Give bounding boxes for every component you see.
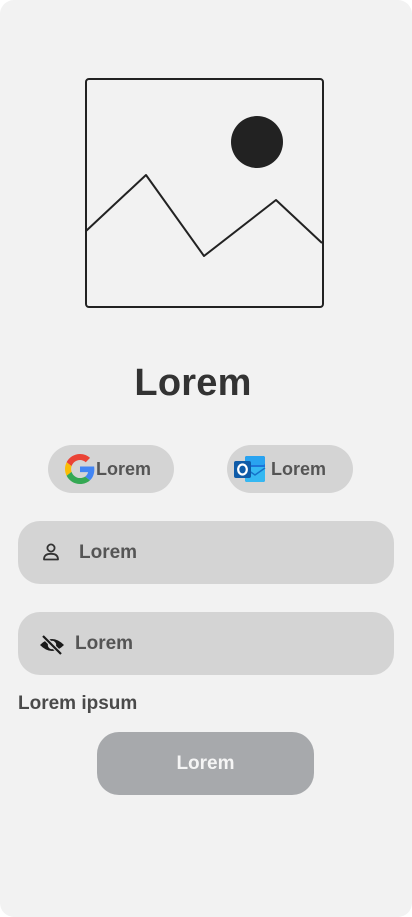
google-icon [65,454,95,484]
username-input[interactable] [79,521,379,584]
outlook-login-label: Lorem [271,458,327,479]
outlook-icon [233,453,267,485]
username-field[interactable] [18,521,394,584]
password-input[interactable] [75,612,375,675]
outlook-login-button[interactable]: Lorem [227,445,353,493]
user-icon [42,543,60,561]
image-placeholder-icon [85,78,324,308]
google-login-label: Lorem [96,458,152,479]
page-title: Lorem [134,362,252,404]
login-screen: Lorem Lorem Lorem Lorem Lorem ipsum Lore… [0,0,412,917]
password-field[interactable] [18,612,394,675]
eye-off-icon[interactable] [39,635,65,655]
forgot-password-link[interactable]: Lorem ipsum [18,693,137,715]
submit-button[interactable]: Lorem [97,732,314,795]
google-login-button[interactable]: Lorem [48,445,174,493]
